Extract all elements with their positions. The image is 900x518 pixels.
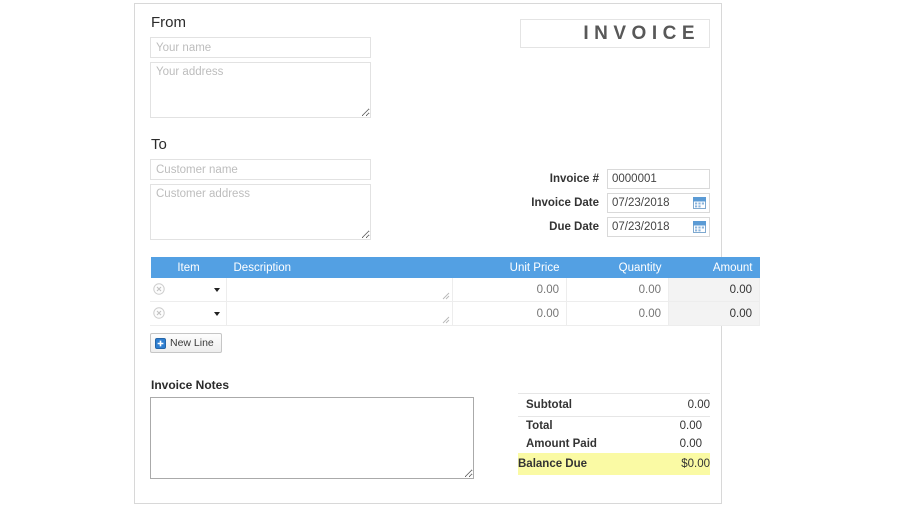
table-row: 0.00: [150, 301, 760, 326]
invoice-date-label: Invoice Date: [531, 197, 599, 209]
from-name-input[interactable]: [150, 37, 371, 58]
line-item-description-input[interactable]: [227, 279, 452, 300]
invoice-title-field[interactable]: [520, 19, 710, 48]
line-item-unit-price-input[interactable]: [453, 279, 566, 300]
line-item-description-cell[interactable]: [226, 278, 453, 302]
line-item-selector-cell[interactable]: [150, 301, 227, 326]
subtotal-value: 0.00: [656, 392, 710, 416]
column-header-item: Item: [150, 257, 227, 278]
line-item-description-input[interactable]: [227, 303, 452, 324]
column-header-description: Description: [226, 257, 453, 278]
subtotal-row: Subtotal 0.00: [518, 392, 710, 416]
amount-paid-value[interactable]: 0.00: [657, 435, 710, 453]
totals-table: Subtotal 0.00 Total 0.00 Amount Paid 0.0…: [518, 392, 710, 475]
line-item-description-cell[interactable]: [226, 301, 453, 326]
to-name-input[interactable]: [150, 159, 371, 180]
total-row: Total 0.00: [518, 415, 710, 435]
line-item-selector-cell[interactable]: [150, 278, 227, 302]
invoice-notes-label: Invoice Notes: [151, 377, 230, 392]
invoice-number-label: Invoice #: [549, 173, 599, 185]
balance-due-row: Balance Due $0.00: [518, 452, 710, 475]
amount-paid-label: Amount Paid: [526, 437, 597, 450]
line-item-quantity-cell[interactable]: [566, 278, 669, 302]
line-item-quantity-cell[interactable]: [566, 301, 669, 326]
to-address-input[interactable]: [150, 184, 371, 240]
amount-paid-row: Amount Paid 0.00: [518, 435, 710, 453]
column-header-unit-price: Unit Price: [452, 257, 567, 278]
plus-icon: [155, 337, 166, 349]
from-section: From: [150, 14, 710, 134]
total-value: 0.00: [656, 415, 710, 435]
invoice-number-row: Invoice #: [531, 169, 710, 193]
invoice-date-row: Invoice Date: [531, 193, 710, 217]
column-header-amount: Amount: [668, 257, 760, 278]
to-label: To: [151, 136, 167, 153]
notes-and-totals-section: Invoice Notes Subtotal 0.00 Total 0.00 A…: [150, 378, 710, 488]
balance-due-label: Balance Due: [518, 452, 657, 475]
line-item-unit-price-cell[interactable]: [452, 301, 567, 326]
delete-row-icon[interactable]: [153, 307, 165, 319]
chevron-down-icon[interactable]: [214, 287, 220, 292]
to-section: To Invoice # Invoice Date: [150, 136, 710, 241]
new-line-button[interactable]: New Line: [150, 333, 222, 353]
due-date-input[interactable]: [607, 217, 710, 237]
line-item-amount: 0.00: [668, 301, 760, 326]
invoice-number-input[interactable]: [607, 169, 710, 189]
from-address-input[interactable]: [150, 62, 371, 118]
due-date-label: Due Date: [549, 221, 599, 233]
line-items-table: Item Description Unit Price Quantity Amo…: [150, 257, 760, 326]
table-row: 0.00: [150, 278, 760, 302]
line-items-header-row: Item Description Unit Price Quantity Amo…: [150, 257, 760, 278]
invoice-meta-fields: Invoice # Invoice Date: [531, 169, 710, 241]
line-item-unit-price-input[interactable]: [453, 303, 566, 324]
line-item-quantity-input[interactable]: [567, 279, 668, 300]
chevron-down-icon[interactable]: [214, 311, 220, 316]
invoice-date-input[interactable]: [607, 193, 710, 213]
line-item-amount: 0.00: [668, 278, 760, 302]
invoice-notes-input[interactable]: [150, 396, 474, 479]
subtotal-label: Subtotal: [518, 392, 657, 416]
total-label: Total: [518, 415, 657, 435]
balance-due-value: $0.00: [656, 452, 710, 475]
delete-row-icon[interactable]: [153, 283, 165, 295]
line-item-unit-price-cell[interactable]: [452, 278, 567, 302]
new-line-button-label: New Line: [170, 337, 214, 349]
column-header-quantity: Quantity: [566, 257, 669, 278]
line-item-quantity-input[interactable]: [567, 303, 668, 324]
invoice-page-frame: From To Invoice # Invoic: [134, 3, 760, 504]
due-date-row: Due Date: [531, 217, 710, 241]
